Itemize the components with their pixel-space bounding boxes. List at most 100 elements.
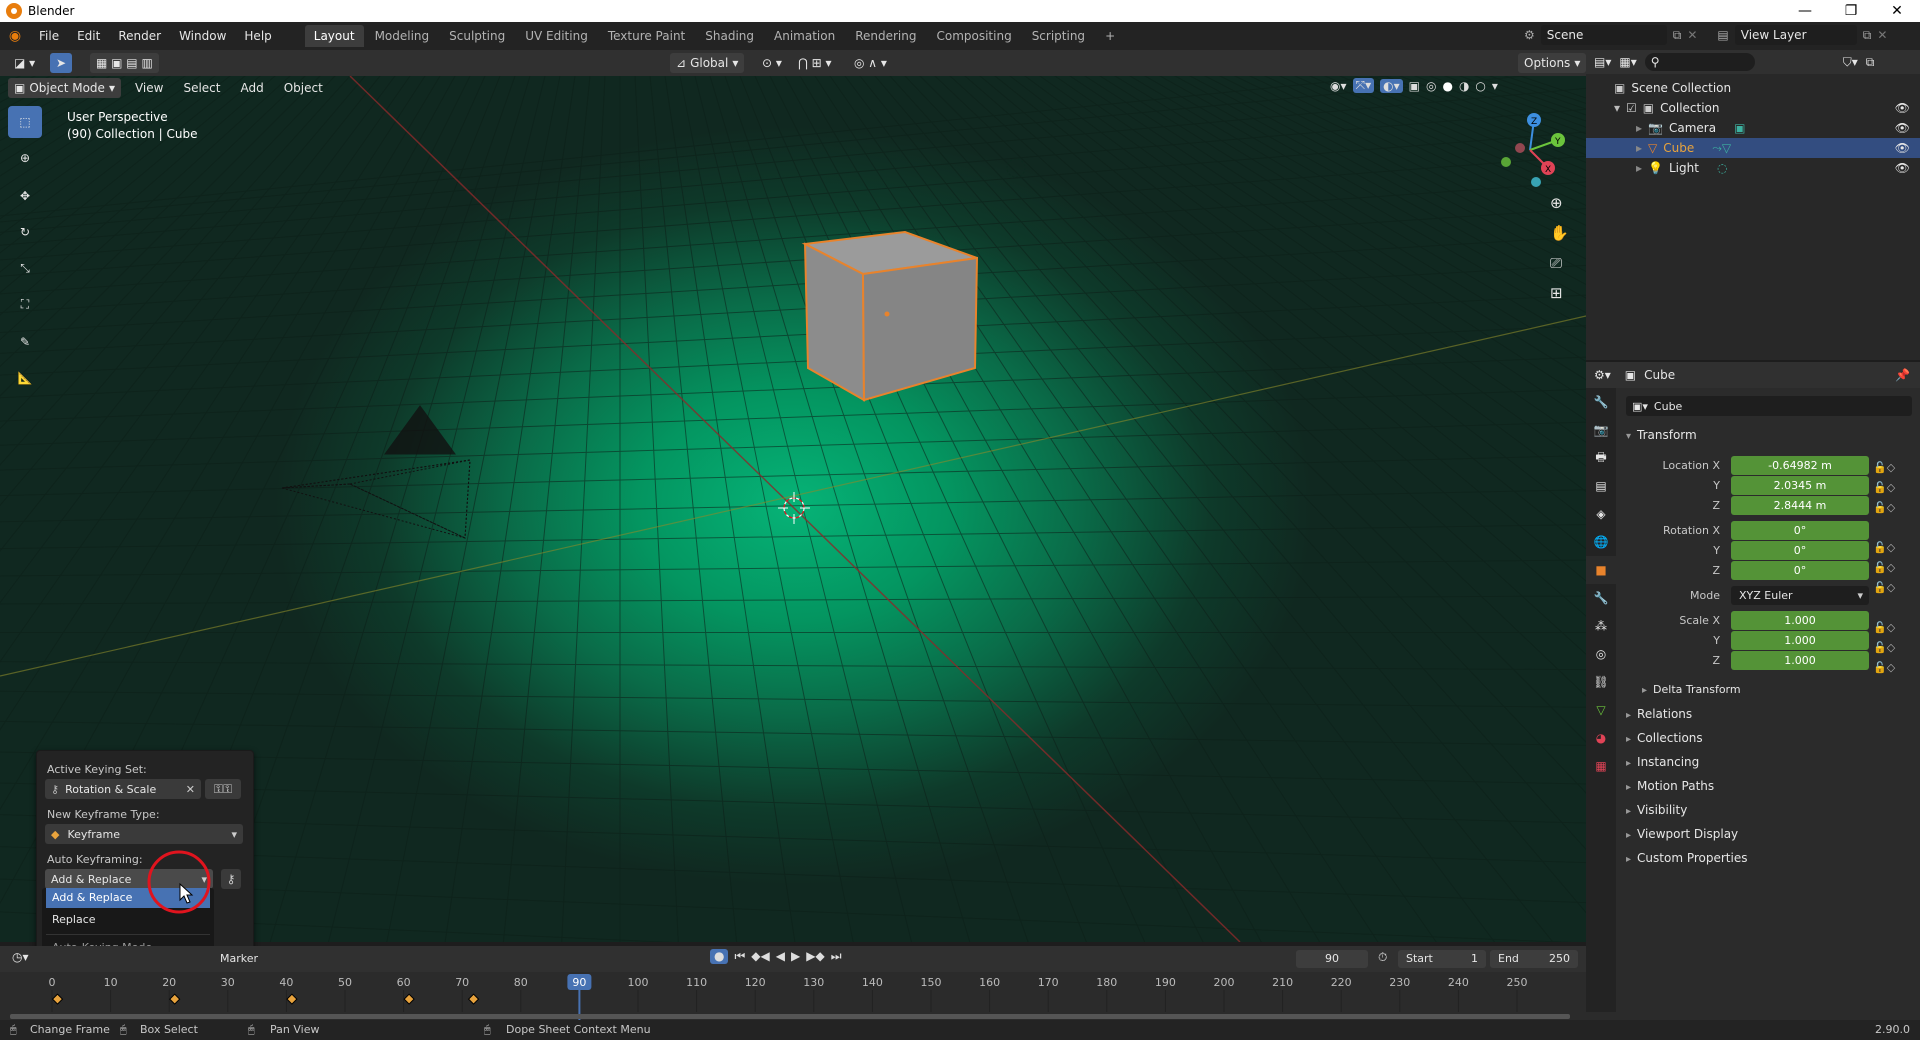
shading-options-icon[interactable]: ▾ (1492, 79, 1498, 93)
rotation-mode-select[interactable]: XYZ Euler ▾ (1731, 586, 1869, 605)
object-mode-select[interactable]: ▣ Object Mode ▾ (8, 78, 121, 98)
object-tab-icon[interactable]: ■ (1586, 556, 1616, 584)
proportional-edit-icon[interactable]: ◎ ∧ ▾ (848, 53, 893, 73)
add-workspace-button[interactable]: + (1096, 25, 1124, 47)
rotate-tool-icon[interactable]: ↻ (8, 216, 42, 248)
ortho-grid-icon[interactable]: ⊞ (1550, 284, 1569, 302)
prev-keyframe-icon[interactable]: ◆◀ (751, 949, 769, 964)
end-frame-field[interactable]: End 250 (1490, 950, 1578, 968)
lock-and-keyframe-icons[interactable]: 🔓◇ 🔓◇ 🔓◇ 🔓◇ 🔓◇ 🔓◇ 🔓◇ 🔓◇ 🔓◇ (1873, 458, 1895, 678)
menu-render[interactable]: Render (109, 29, 170, 43)
camera-data-icon[interactable]: ▣ (1734, 121, 1745, 135)
timeline-ruler[interactable]: 0 10 20 30 40 50 60 70 80 100 110 120 130 140 150 160 17… (0, 972, 1586, 1020)
new-collection-icon[interactable]: ⧉ (1866, 55, 1875, 70)
blender-menu-icon[interactable]: ◉ (0, 28, 30, 44)
play-icon[interactable]: ▶ (791, 949, 800, 964)
checkbox-icon[interactable]: ☑ (1626, 101, 1637, 115)
overlay-toggle-icon[interactable]: ◐▾ (1380, 78, 1403, 93)
outliner-item-camera[interactable]: ▸ 📷 Camera ▣ 👁 (1586, 118, 1920, 138)
visibility-icon[interactable]: ◉▾ (1330, 79, 1347, 93)
tab-sculpting[interactable]: Sculpting (440, 25, 514, 47)
delete-scene-icon[interactable]: ✕ (1687, 28, 1697, 42)
outliner-item-cube[interactable]: ▸ ▽ Cube ⤳▽ 👁 (1586, 138, 1920, 158)
transform-orientation-select[interactable]: ⊿ Global ▾ (670, 53, 745, 73)
rotation-x-field[interactable]: 0° (1731, 521, 1869, 540)
material-tab-icon[interactable]: ◕ (1586, 724, 1616, 752)
timeline-editor-icon[interactable]: ◷▾ (12, 950, 29, 964)
tab-scripting[interactable]: Scripting (1023, 25, 1094, 47)
tab-modeling[interactable]: Modeling (366, 25, 439, 47)
transform-panel-title[interactable]: ▾ Transform (1626, 428, 1697, 442)
outliner-item-light[interactable]: ▸ 💡 Light ◌ 👁 (1586, 158, 1920, 178)
tab-shading[interactable]: Shading (696, 25, 763, 47)
rendered-shading-icon[interactable]: ○ (1475, 79, 1485, 93)
timeline-area[interactable]: 0 10 20 30 40 50 60 70 80 100 110 120 130 140 150 160 17… (0, 972, 1586, 1020)
instancing-panel[interactable]: Instancing (1626, 755, 1699, 769)
selection-mode-icons[interactable]: ▦ ▣ ▤ ▥ (90, 53, 159, 73)
camera-view-icon[interactable]: ⎚ (1550, 254, 1569, 272)
menu-select[interactable]: Select (177, 78, 226, 98)
cursor-tool-icon[interactable]: ⊕ (8, 142, 42, 174)
close-button[interactable]: ✕ (1874, 0, 1920, 22)
menu-view[interactable]: View (129, 78, 169, 98)
outliner-search-input[interactable]: ⚲ (1644, 53, 1755, 71)
view-layer-tab-icon[interactable]: ▤ (1586, 472, 1616, 500)
light-data-icon[interactable]: ◌ (1717, 161, 1727, 175)
data-tab-icon[interactable]: ▽ (1586, 696, 1616, 724)
scene-collection-row[interactable]: ▣ Scene Collection (1586, 78, 1920, 98)
rotation-z-field[interactable]: 0° (1731, 561, 1869, 580)
navigation-gizmo[interactable]: Z Y X (1490, 110, 1570, 190)
tab-compositing[interactable]: Compositing (927, 25, 1020, 47)
outliner-editor-icon[interactable]: ▤▾ (1594, 55, 1611, 69)
zoom-icon[interactable]: ⊕ (1550, 194, 1569, 212)
delta-transform-subpanel[interactable]: ▸ Delta Transform (1642, 683, 1741, 696)
render-tab-icon[interactable]: 📷 (1586, 416, 1616, 444)
custom-properties-panel[interactable]: Custom Properties (1626, 851, 1747, 865)
use-preview-range-icon[interactable]: ⏱ (1378, 950, 1387, 965)
new-view-layer-icon[interactable]: ⧉ (1863, 28, 1872, 43)
only-insert-available-icon[interactable]: ⚷ (221, 869, 241, 889)
location-y-field[interactable]: 2.0345 m (1731, 476, 1869, 495)
select-tool-icon[interactable]: ➤ (50, 53, 72, 73)
maximize-button[interactable]: ❐ (1828, 0, 1874, 22)
scale-y-field[interactable]: 1.000 (1731, 631, 1869, 650)
visibility-eye-icon[interactable]: 👁 (1895, 161, 1910, 175)
start-frame-field[interactable]: Start 1 (1398, 950, 1486, 968)
keyframe-type-select[interactable]: ◆ Keyframe ▾ (45, 824, 243, 844)
marker-menu[interactable]: Marker (220, 952, 258, 965)
menu-file[interactable]: File (30, 29, 68, 43)
pin-icon[interactable]: 📌 (1895, 368, 1910, 382)
physics-tab-icon[interactable]: ◎ (1586, 640, 1616, 668)
scale-tool-icon[interactable]: ⤡ (8, 252, 42, 284)
measure-tool-icon[interactable]: 📐 (8, 362, 42, 394)
pan-hand-icon[interactable]: ✋ (1550, 224, 1569, 242)
menu-window[interactable]: Window (170, 29, 235, 43)
location-z-field[interactable]: 2.8444 m (1731, 496, 1869, 515)
menu-help[interactable]: Help (235, 29, 280, 43)
current-frame-field[interactable]: 90 (1296, 950, 1368, 968)
tab-rendering[interactable]: Rendering (846, 25, 925, 47)
gizmo-toggle-icon[interactable]: ⤧▾ (1352, 78, 1375, 93)
expand-arrow-icon[interactable]: ▸ (1636, 141, 1642, 155)
tool-tab-icon[interactable]: 🔧 (1586, 388, 1616, 416)
wireframe-shading-icon[interactable]: ◎ (1426, 79, 1436, 93)
mesh-data-icon[interactable]: ⤳▽ (1712, 141, 1731, 156)
auto-keying-record-icon[interactable]: ● (710, 949, 729, 964)
jump-end-icon[interactable]: ⏭ (831, 949, 842, 964)
xray-icon[interactable]: ▣ (1409, 79, 1420, 93)
viewport-display-panel[interactable]: Viewport Display (1626, 827, 1738, 841)
particles-tab-icon[interactable]: ⁂ (1586, 612, 1616, 640)
visibility-eye-icon[interactable]: 👁 (1895, 141, 1910, 155)
editor-type-icon[interactable]: ◪ ▾ (8, 53, 41, 73)
menu-edit[interactable]: Edit (68, 29, 109, 43)
collection-row[interactable]: ▾ ☑ ▣ Collection 👁 (1586, 98, 1920, 118)
expand-arrow-icon[interactable]: ▸ (1636, 121, 1642, 135)
collections-panel[interactable]: Collections (1626, 731, 1703, 745)
object-name-field[interactable]: ▣▾ Cube (1626, 396, 1912, 416)
scale-z-field[interactable]: 1.000 (1731, 651, 1869, 670)
active-keying-set-field[interactable]: ⚷ Rotation & Scale ✕ (45, 779, 201, 799)
cube-object[interactable] (801, 230, 979, 402)
filter-icon[interactable]: ⛉▾ (1843, 55, 1858, 70)
menu-add[interactable]: Add (234, 78, 269, 98)
motion-paths-panel[interactable]: Motion Paths (1626, 779, 1714, 793)
